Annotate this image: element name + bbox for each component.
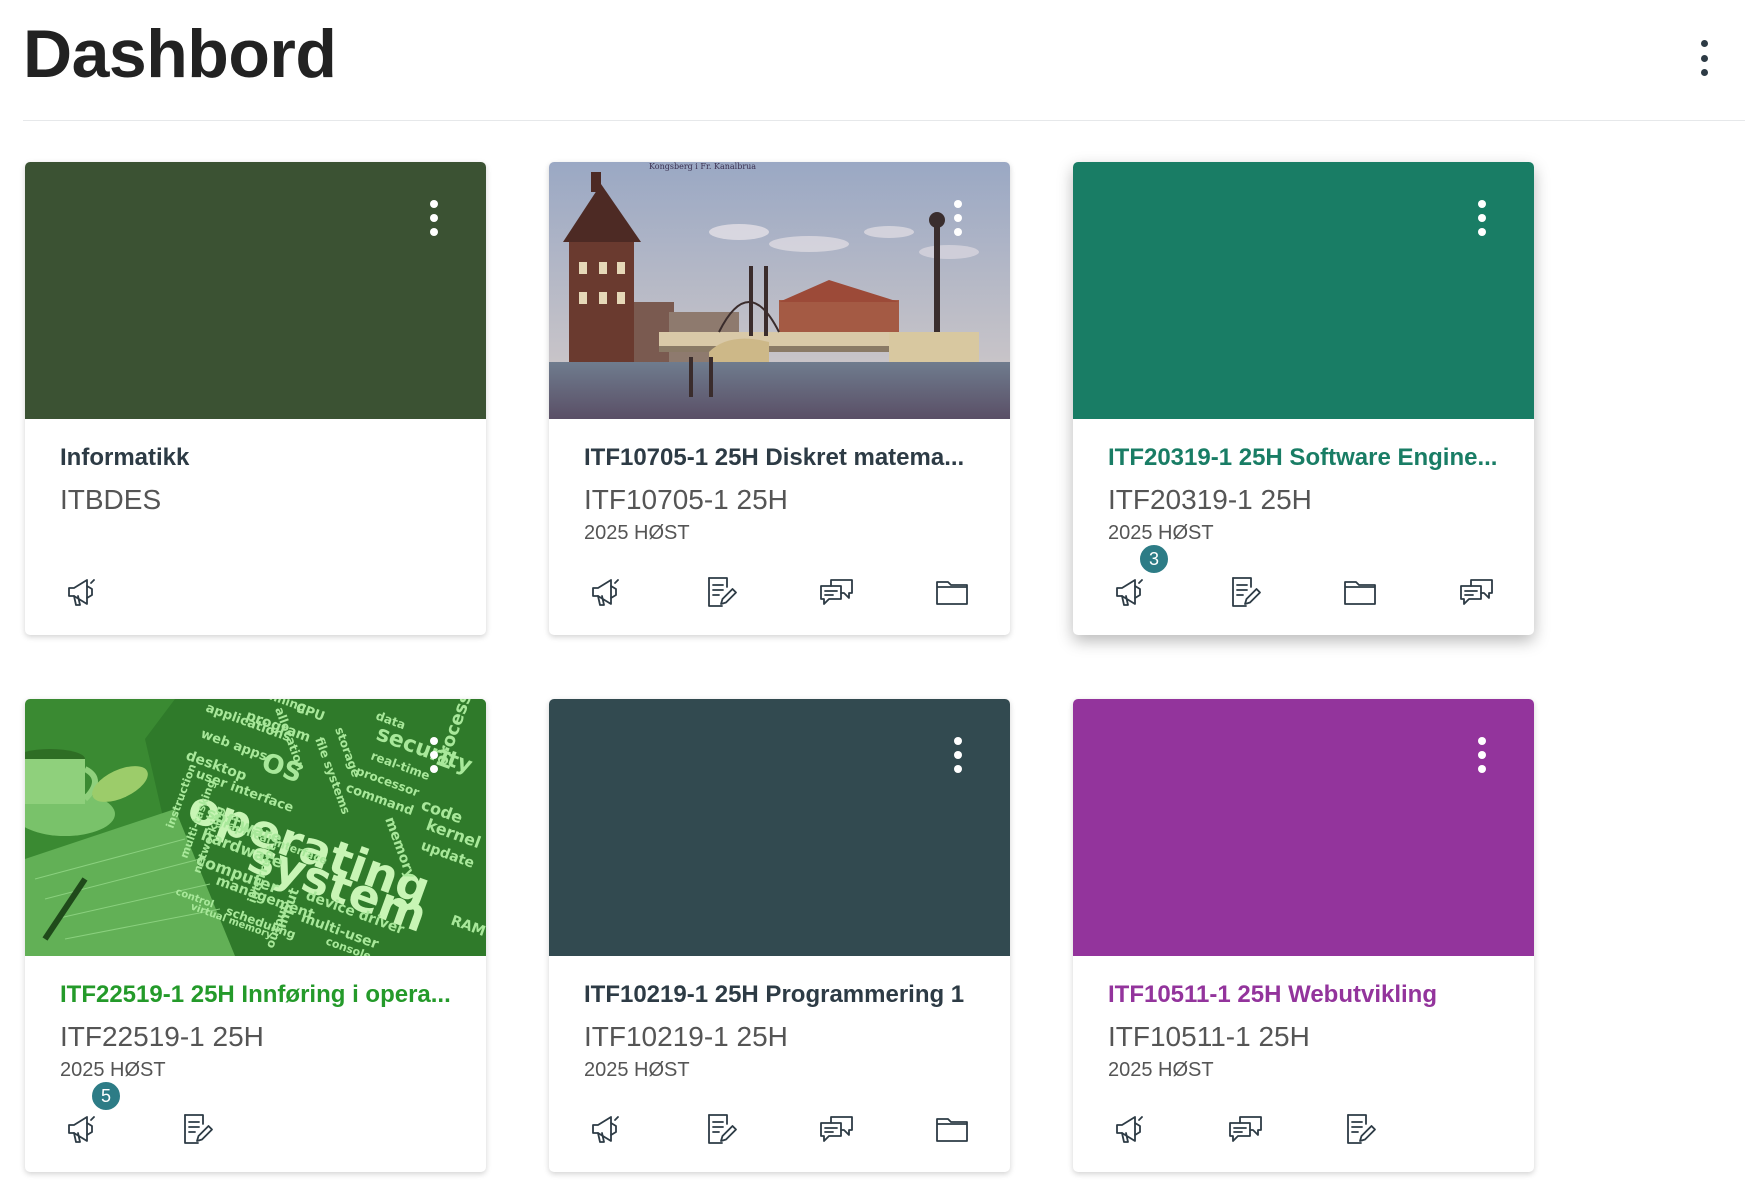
course-code: ITF22519-1 25H: [60, 1021, 264, 1052]
card-actions: 5: [60, 1080, 460, 1151]
course-card-informatikk[interactable]: Informatikk ITBDES: [25, 162, 486, 635]
course-title[interactable]: ITF10511-1 25H Webutvikling: [1108, 979, 1508, 1011]
card-actions: [584, 1107, 984, 1151]
card-options-menu-icon[interactable]: [1470, 733, 1494, 777]
course-term: 2025 HØST: [1108, 522, 1214, 544]
unread-badge: 3: [1138, 543, 1170, 575]
dashboard-header: Dashbord: [23, 0, 1745, 121]
page-title: Dashbord: [23, 16, 337, 92]
card-actions: [584, 570, 984, 614]
card-options-menu-icon[interactable]: [422, 733, 446, 777]
discussions-icon[interactable]: [814, 570, 858, 614]
course-term: 2025 HØST: [60, 1059, 166, 1081]
card-options-menu-icon[interactable]: [946, 196, 970, 240]
course-card-hero-image[interactable]: desktop web apps applications program us…: [25, 699, 486, 956]
unread-badge: 5: [90, 1080, 122, 1112]
course-title[interactable]: Informatikk: [60, 442, 460, 474]
operating-system-photo: desktop web apps applications program us…: [25, 699, 486, 956]
announcements-icon[interactable]: [584, 1107, 628, 1151]
course-card-itf10511[interactable]: ITF10511-1 25H Webutvikling ITF10511-1 2…: [1073, 699, 1534, 1172]
dashboard-options-menu-icon[interactable]: [1689, 36, 1719, 80]
announcements-icon[interactable]: [60, 570, 104, 614]
discussions-icon[interactable]: [814, 1107, 858, 1151]
assignments-icon[interactable]: [699, 1107, 743, 1151]
card-actions: 3: [1108, 543, 1508, 614]
course-card-hero[interactable]: [549, 699, 1010, 956]
course-term: 2025 HØST: [584, 522, 690, 544]
assignments-icon[interactable]: [699, 570, 743, 614]
discussions-icon[interactable]: [1223, 1107, 1267, 1151]
course-title[interactable]: ITF10219-1 25H Programmering 1: [584, 979, 984, 1011]
course-title[interactable]: ITF10705-1 25H Diskret matema...: [584, 442, 984, 474]
card-options-menu-icon[interactable]: [422, 196, 446, 240]
course-title[interactable]: ITF22519-1 25H Innføring i opera...: [60, 979, 460, 1011]
course-term: 2025 HØST: [584, 1059, 690, 1081]
course-card-hero-image[interactable]: Kongsberg i Fr. Kanalbrua: [549, 162, 1010, 419]
announcements-icon[interactable]: [584, 570, 628, 614]
files-icon[interactable]: [930, 1107, 974, 1151]
course-card-itf10705[interactable]: Kongsberg i Fr. Kanalbrua ITF10705-1 25H…: [549, 162, 1010, 635]
course-card-hero[interactable]: [25, 162, 486, 419]
course-card-itf10219[interactable]: ITF10219-1 25H Programmering 1 ITF10219-…: [549, 699, 1010, 1172]
card-actions: [1108, 1107, 1508, 1151]
files-icon[interactable]: [1338, 570, 1382, 614]
assignments-icon[interactable]: [1223, 570, 1267, 614]
course-title[interactable]: ITF20319-1 25H Software Engine...: [1108, 442, 1508, 474]
bridge-photo: Kongsberg i Fr. Kanalbrua: [549, 162, 1010, 419]
announcements-icon[interactable]: 5: [60, 1080, 122, 1151]
course-card-hero[interactable]: [1073, 162, 1534, 419]
course-card-itf22519[interactable]: desktop web apps applications program us…: [25, 699, 486, 1172]
files-icon[interactable]: [930, 570, 974, 614]
discussions-icon[interactable]: [1454, 570, 1498, 614]
card-actions: [60, 570, 460, 614]
announcements-icon[interactable]: [1108, 1107, 1152, 1151]
course-card-itf20319[interactable]: ITF20319-1 25H Software Engine... ITF203…: [1073, 162, 1534, 635]
card-options-menu-icon[interactable]: [946, 733, 970, 777]
course-code: ITF10219-1 25H: [584, 1021, 788, 1052]
course-term: 2025 HØST: [1108, 1059, 1214, 1081]
course-card-hero[interactable]: [1073, 699, 1534, 956]
course-code: ITF10511-1 25H: [1108, 1021, 1310, 1052]
announcements-icon[interactable]: 3: [1108, 543, 1170, 614]
photo-caption: Kongsberg i Fr. Kanalbrua: [649, 162, 756, 171]
assignments-icon[interactable]: [1338, 1107, 1382, 1151]
assignments-icon[interactable]: [175, 1107, 219, 1151]
course-code: ITF20319-1 25H: [1108, 484, 1312, 515]
course-code: ITBDES: [60, 484, 162, 515]
course-code: ITF10705-1 25H: [584, 484, 788, 515]
card-options-menu-icon[interactable]: [1470, 196, 1494, 240]
